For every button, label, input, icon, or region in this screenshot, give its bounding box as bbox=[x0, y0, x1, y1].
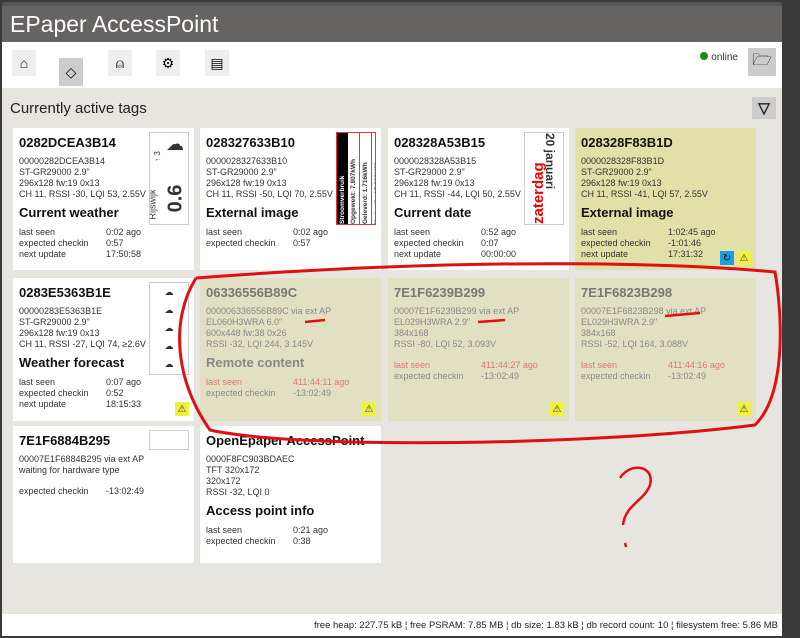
red-annotation bbox=[178, 262, 782, 548]
question-mark-annotation bbox=[618, 466, 652, 548]
